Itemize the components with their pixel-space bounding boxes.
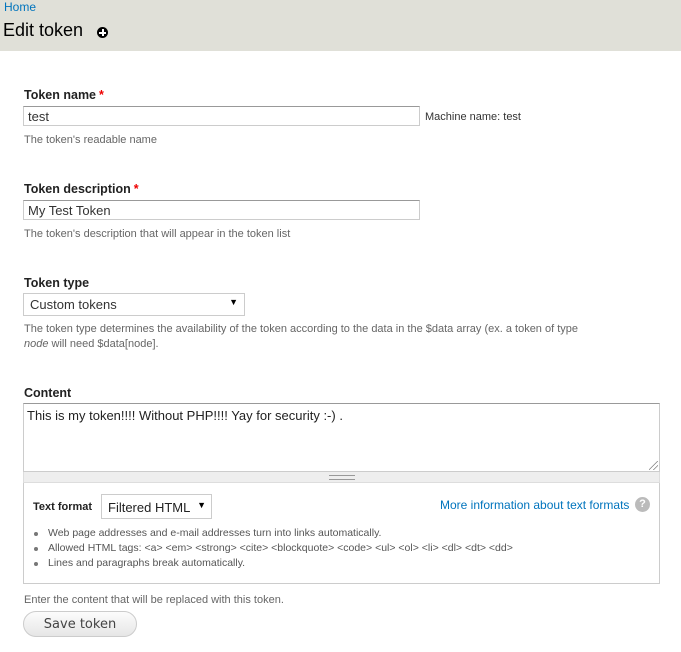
content-textarea[interactable]: This is my token!!!! Without PHP!!!! Yay… — [23, 403, 660, 472]
token-type-selected: Custom tokens — [30, 297, 117, 312]
token-type-desc-em: node — [24, 338, 49, 350]
token-type-description: The token type determines the availabili… — [24, 322, 664, 352]
token-type-select[interactable]: Custom tokens ▼ — [23, 293, 245, 316]
token-description-help: The token's description that will appear… — [24, 228, 291, 240]
tip-item: Lines and paragraphs break automatically… — [33, 556, 513, 571]
more-info-text-formats-link[interactable]: More information about text formats — [440, 498, 629, 512]
token-description-label-text: Token description — [24, 182, 131, 196]
token-name-label: Token name * — [24, 88, 104, 102]
text-format-select[interactable]: Filtered HTML ▼ — [101, 494, 212, 519]
token-type-desc-text: The token type determines the availabili… — [24, 323, 579, 335]
resize-handle-icon[interactable] — [649, 461, 658, 470]
textarea-grippie[interactable] — [23, 472, 660, 483]
token-type-desc-text2: will need $data[node]. — [48, 338, 159, 350]
breadcrumb-home[interactable]: Home — [4, 0, 36, 14]
dropdown-arrow-icon: ▼ — [229, 297, 238, 307]
token-name-description: The token's readable name — [24, 134, 157, 146]
required-mark: * — [133, 182, 139, 196]
token-name-input[interactable] — [23, 106, 420, 126]
page-header: Home Edit token — [0, 0, 681, 51]
token-type-label: Token type — [24, 276, 90, 290]
help-icon[interactable]: ? — [635, 497, 650, 512]
content-description: Enter the content that will be replaced … — [24, 594, 284, 606]
machine-name: Machine name: test — [425, 111, 521, 123]
save-token-button[interactable]: Save token — [23, 611, 137, 637]
tip-item: Web page addresses and e-mail addresses … — [33, 526, 513, 541]
text-format-label: Text format — [33, 501, 93, 513]
content-label: Content — [24, 386, 72, 400]
token-description-input[interactable] — [23, 200, 420, 220]
dropdown-arrow-icon: ▼ — [197, 500, 206, 510]
token-name-label-text: Token name — [24, 88, 97, 102]
text-format-tips: Web page addresses and e-mail addresses … — [33, 526, 513, 571]
tip-item: Allowed HTML tags: <a> <em> <strong> <ci… — [33, 541, 513, 556]
add-shortcut-icon[interactable] — [97, 27, 108, 38]
text-format-selected: Filtered HTML — [108, 500, 191, 515]
token-description-label: Token description * — [24, 182, 139, 196]
page-title: Edit token — [3, 20, 84, 40]
required-mark: * — [99, 88, 104, 102]
